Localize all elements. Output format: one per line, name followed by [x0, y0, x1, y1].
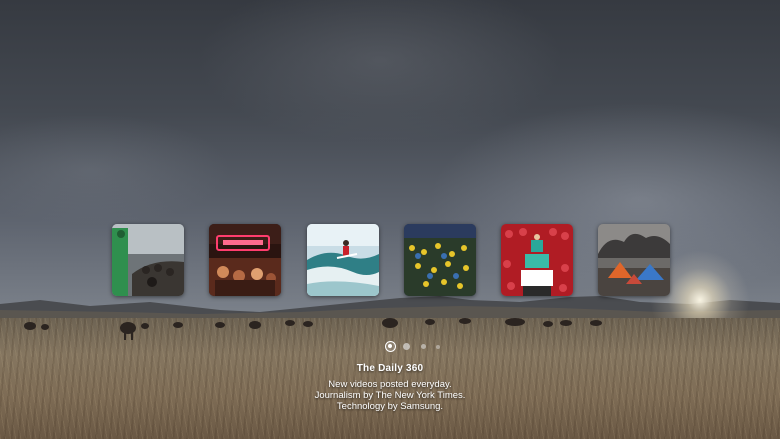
page-dot[interactable] — [403, 343, 410, 350]
description-line: Technology by Samsung. — [336, 401, 444, 412]
channel-title: The Daily 360 — [356, 363, 424, 374]
channel-description: New videos posted everyday. Journalism b… — [270, 379, 510, 412]
page-indicator — [383, 341, 463, 353]
description-line: New videos posted everyday. — [328, 379, 452, 390]
stadium-crowd-scene-image — [404, 224, 476, 296]
video-carousel — [112, 224, 672, 296]
video-thumbnail-smoke-camp[interactable] — [598, 224, 670, 296]
human-tower-scene-image — [501, 224, 573, 296]
surfer-wave-scene-image — [307, 224, 379, 296]
video-thumbnail-neon-street[interactable] — [209, 224, 281, 296]
video-thumbnail-stadium-crowd[interactable] — [404, 224, 476, 296]
page-dot[interactable] — [421, 344, 426, 349]
neon-street-scene-image — [209, 224, 281, 296]
video-thumbnail-human-tower[interactable] — [501, 224, 573, 296]
description-line: Journalism by The New York Times. — [314, 390, 466, 401]
video-thumbnail-boat[interactable] — [112, 224, 184, 296]
page-dot-active[interactable] — [385, 341, 396, 352]
boat-scene-image — [112, 224, 184, 296]
video-thumbnail-surfer[interactable] — [307, 224, 379, 296]
page-dot[interactable] — [436, 345, 440, 349]
smoke-camp-scene-image — [598, 224, 670, 296]
